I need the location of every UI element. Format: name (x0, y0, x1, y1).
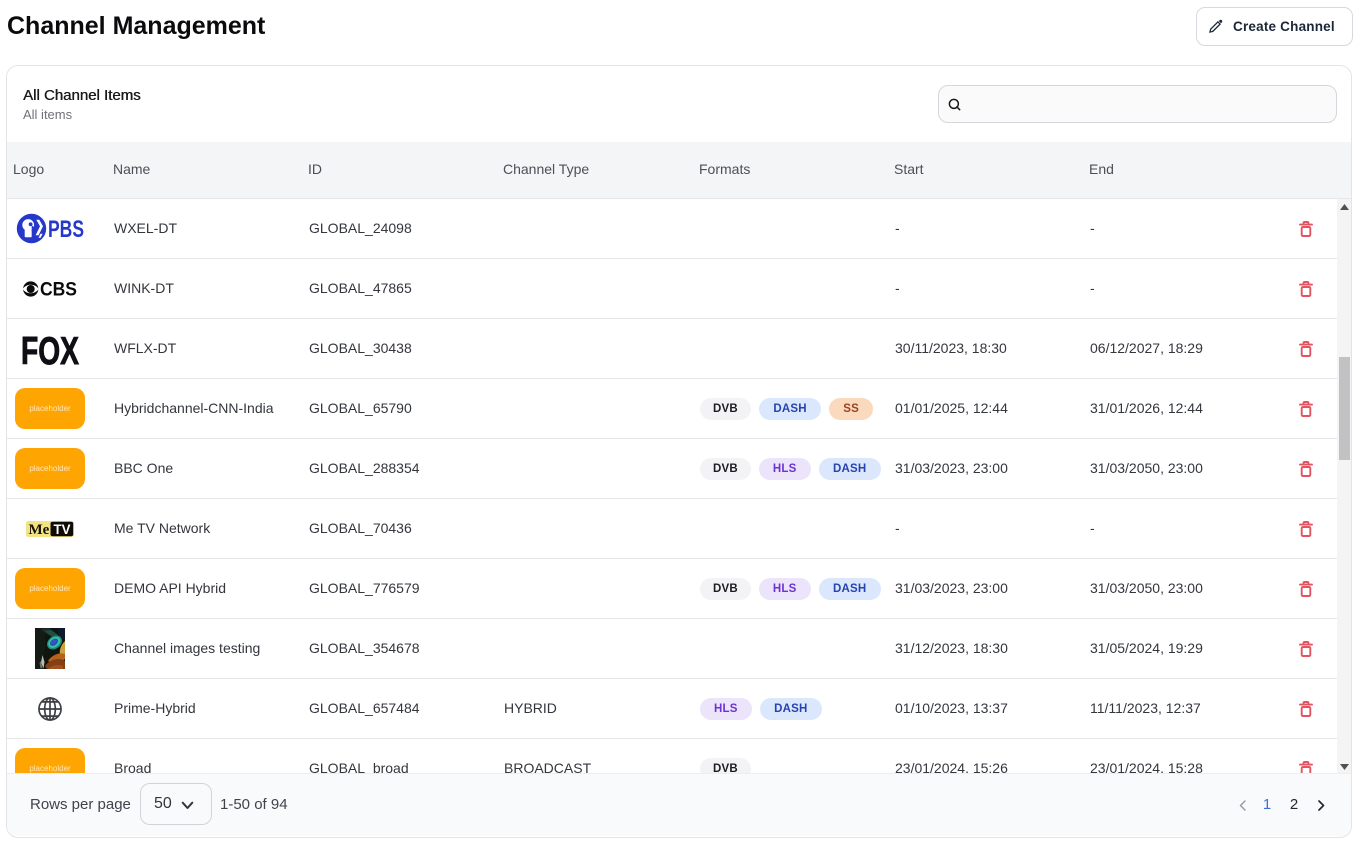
svg-text:PBS: PBS (48, 216, 84, 243)
svg-text:FOX: FOX (21, 330, 79, 368)
svg-text:TV: TV (54, 522, 71, 537)
svg-text:CBS: CBS (40, 280, 77, 298)
svg-text:Me: Me (29, 522, 50, 537)
